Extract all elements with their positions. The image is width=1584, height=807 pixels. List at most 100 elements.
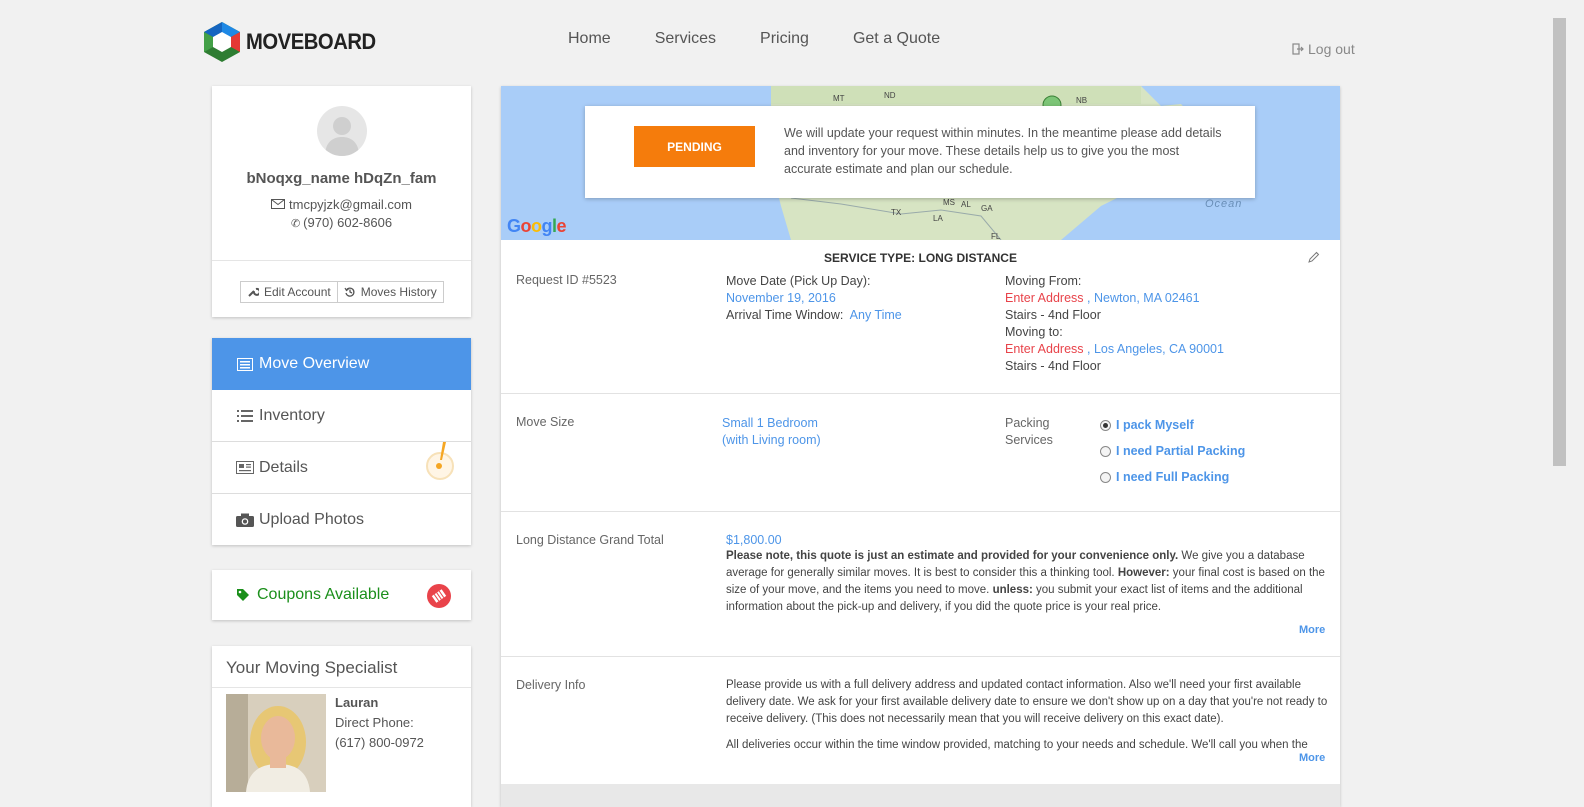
move-size-value[interactable]: Small 1 Bedroom (with Living room) [722,415,821,449]
profile-name: bNoqxg_name hDqZn_fam [246,170,437,187]
from-city[interactable]: Newton, MA 02461 [1094,291,1200,305]
profile-phone-text: (970) 602-8606 [303,215,393,230]
phone-icon: ✆ [290,218,301,230]
nav-pricing[interactable]: Pricing [760,30,809,48]
menu-item-details[interactable]: Details [212,442,471,494]
disclaimer-bold: unless: [992,584,1033,596]
to-city[interactable]: Los Angeles, CA 90001 [1094,342,1224,356]
map-label: ND [884,91,896,100]
envelope-icon [271,199,285,209]
from-stairs: Stairs - 4nd Floor [1005,308,1101,322]
arrival-window-value[interactable]: Any Time [850,308,902,322]
sign-out-icon [1292,43,1304,55]
move-date-value[interactable]: November 19, 2016 [726,290,836,307]
list-icon [236,409,254,423]
profile-phone: ✆ (970) 602-8606 [212,215,471,230]
moving-to-label: Moving to: [1005,325,1063,339]
map-label: TX [891,208,902,217]
map-label: AL [961,200,971,209]
route-map[interactable]: MT ND NB TX LA MS AL GA FL Ocean Google … [501,86,1340,240]
packing-label-line1: Packing [1005,416,1050,430]
menu-label: Details [259,458,308,476]
enter-to-address-link[interactable]: Enter Address [1005,342,1084,356]
coupon-ticket-icon [427,584,451,608]
profile-email: tmcpyjzk@gmail.com [212,197,471,212]
tag-icon [237,589,249,601]
moves-history-label: Moves History [360,285,437,299]
avatar [317,106,367,156]
moveboard-logo[interactable]: MOVEBOARD [202,20,387,64]
menu-label: Upload Photos [259,511,364,528]
arrival-window-row: Arrival Time Window: Any Time [726,307,902,324]
packing-option-label: I pack Myself [1116,418,1194,432]
status-notice-text: We will update your request within minut… [784,126,1222,176]
map-label: MS [943,198,955,207]
pencil-icon[interactable] [1308,250,1320,268]
status-notice: PENDING We will update your request with… [585,106,1255,198]
packing-option-label: I need Partial Packing [1116,444,1246,458]
disclaimer-bold: However: [1117,567,1170,579]
packing-label-line2: Services [1005,433,1053,447]
divider [501,393,1340,394]
account-button-group: Edit Account Moves History [240,281,444,303]
divider [212,687,471,688]
coupons-card[interactable]: Coupons Available [212,570,471,620]
scrollbar-thumb[interactable] [1553,18,1566,466]
delivery-info-label: Delivery Info [516,678,586,692]
moving-to-address: Enter Address , Los Angeles, CA 90001 [1005,342,1224,356]
page-scrollbar[interactable] [1551,0,1568,807]
moving-from-address: Enter Address , Newton, MA 02461 [1005,291,1200,305]
map-label: LA [933,214,943,223]
side-menu: Move Overview Inventory Details Upload P… [212,338,471,545]
request-id: Request ID #5523 [516,273,617,287]
move-overview-panel: MT ND NB TX LA MS AL GA FL Ocean Google … [501,86,1340,807]
delivery-info-text-2: All deliveries occur within the time win… [726,739,1308,751]
enter-from-address-link[interactable]: Enter Address [1005,291,1084,305]
map-label: FL [991,232,1001,240]
nav-get-a-quote[interactable]: Get a Quote [853,30,940,48]
menu-item-inventory[interactable]: Inventory [212,390,471,480]
edit-account-button[interactable]: Edit Account [241,282,337,302]
next-section-header [501,784,1340,807]
logout-label: Log out [1308,41,1355,57]
delivery-info-text: Please provide us with a full delivery a… [726,679,1328,725]
radio-button[interactable] [1100,445,1111,457]
radio-button[interactable] [1100,471,1111,483]
history-icon [344,287,355,297]
wrench-icon [248,287,259,297]
logout-link[interactable]: Log out [1292,41,1355,57]
map-label: MT [833,94,845,103]
coupons-label: Coupons Available [257,586,390,603]
radio-button[interactable] [1100,419,1111,431]
grand-total-label: Long Distance Grand Total [516,533,664,547]
status-badge: PENDING [634,126,755,167]
move-size-line1: Small 1 Bedroom [722,416,818,430]
move-size-label: Move Size [516,415,575,429]
camera-icon [236,513,254,527]
moving-specialist-card: Your Moving Specialist Lauran Direct Pho… [212,646,471,807]
menu-item-upload-photos[interactable]: Upload Photos [212,494,471,546]
packing-services-label: Packing Services [1005,415,1053,449]
google-logo: Google [507,216,567,236]
specialist-phone[interactable]: (617) 800-0972 [335,735,424,750]
map-label: GA [981,204,993,213]
packing-option-full[interactable]: I need Full Packing [1100,470,1229,484]
packing-option-partial[interactable]: I need Partial Packing [1100,444,1245,458]
logo-hexagon-icon [204,22,240,62]
nav-home[interactable]: Home [568,30,611,48]
grand-total-amount: $1,800.00 [726,533,782,547]
menu-item-move-overview[interactable]: Move Overview [212,338,471,390]
moves-history-button[interactable]: Moves History [336,282,443,302]
logo-text: MOVEBOARD [246,29,376,54]
delivery-more-link[interactable]: More [1299,752,1325,764]
menu-label: Move Overview [259,355,370,372]
packing-option-self[interactable]: I pack Myself [1100,418,1194,432]
nav-services[interactable]: Services [655,30,716,48]
coupons-label-row: Coupons Available [236,586,389,604]
divider [212,260,471,261]
specialist-photo [226,694,326,792]
user-silhouette-icon [325,117,359,156]
arrival-window-label: Arrival Time Window: [726,308,844,322]
top-nav: Home Services Pricing Get a Quote [568,30,940,48]
grand-total-more-link[interactable]: More [1299,624,1325,636]
